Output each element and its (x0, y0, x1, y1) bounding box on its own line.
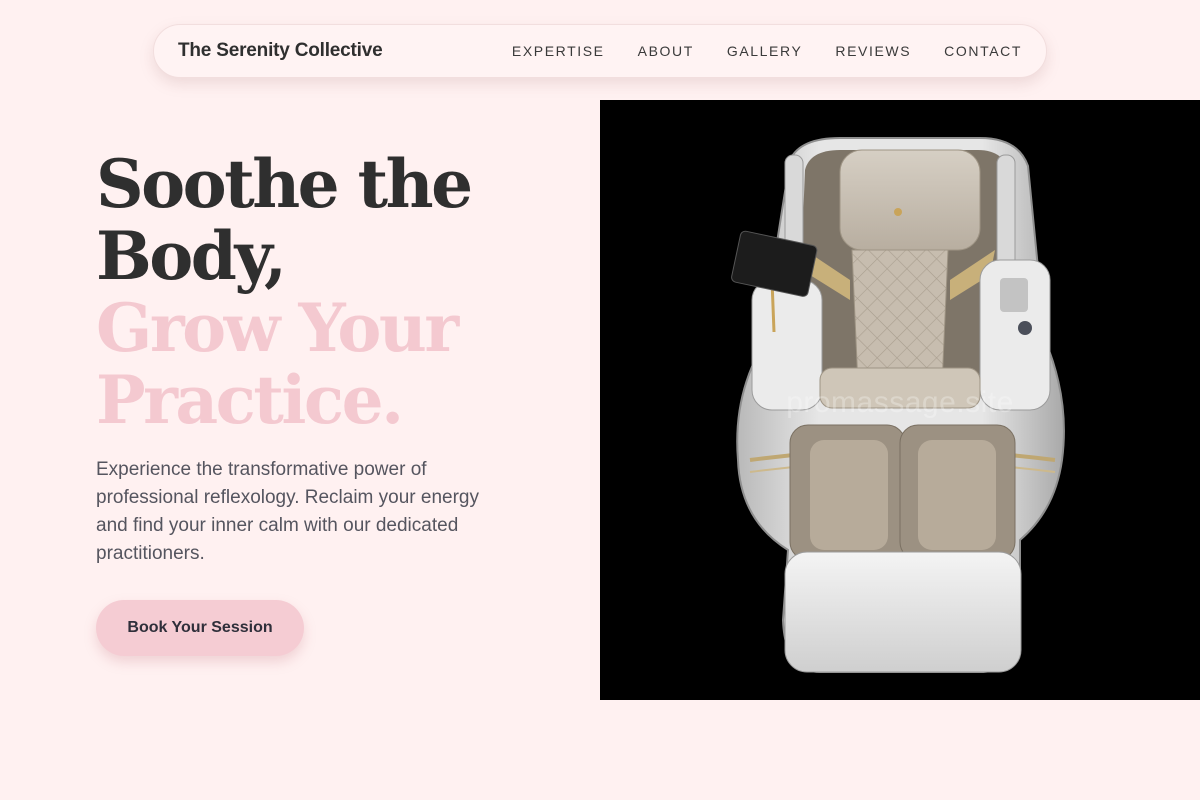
nav-link-gallery[interactable]: GALLERY (727, 43, 803, 59)
hero-title: Soothe the Body, Grow Your Practice. (96, 148, 566, 436)
hero-title-line-1: Soothe the (96, 145, 473, 223)
brand-logo-text[interactable]: The Serenity Collective (178, 40, 383, 62)
image-watermark: promassage.site (786, 386, 1014, 419)
nav-link-expertise[interactable]: EXPERTISE (512, 43, 605, 59)
book-session-button[interactable]: Book Your Session (96, 600, 304, 656)
nav-link-about[interactable]: ABOUT (638, 43, 694, 59)
massage-chair-image: promassage.site (600, 100, 1200, 700)
hero-title-line-3: Grow Your (96, 289, 459, 367)
nav-links: EXPERTISE ABOUT GALLERY REVIEWS CONTACT (512, 43, 1022, 59)
nav-link-contact[interactable]: CONTACT (944, 43, 1022, 59)
nav-link-reviews[interactable]: REVIEWS (835, 43, 911, 59)
hero-title-line-2: Body, (96, 217, 287, 295)
hero-title-line-4: Practice. (96, 361, 404, 439)
landing-page: The Serenity Collective EXPERTISE ABOUT … (0, 0, 1200, 800)
top-navbar: The Serenity Collective EXPERTISE ABOUT … (153, 24, 1047, 78)
hero-description: Experience the transformative power of p… (96, 459, 479, 564)
